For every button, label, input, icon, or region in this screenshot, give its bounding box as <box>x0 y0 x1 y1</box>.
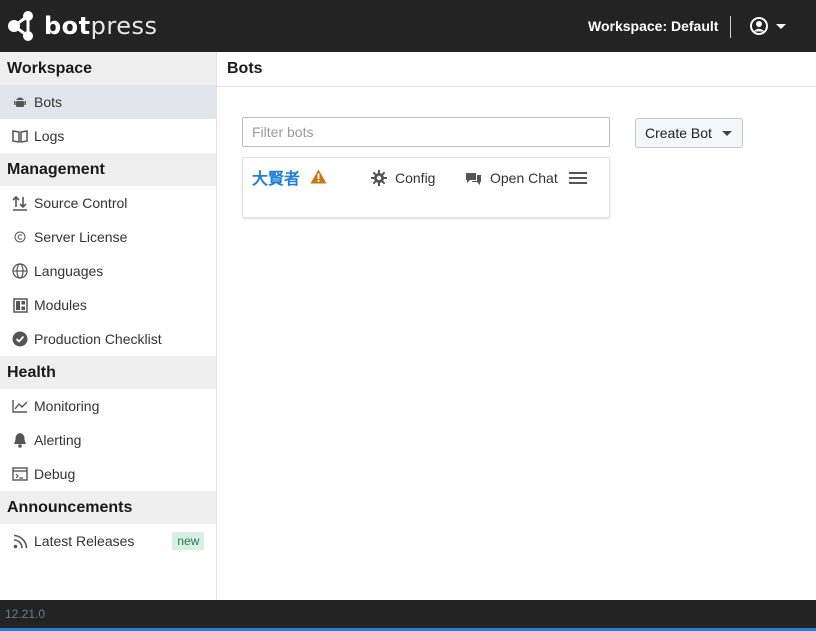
sidebar-item-server-license[interactable]: Server License <box>0 220 216 254</box>
sidebar-item-label: Server License <box>34 229 128 245</box>
workspace-selector[interactable]: Workspace: Default <box>588 18 718 34</box>
section-title-announcements: Announcements <box>0 491 216 524</box>
sidebar-item-bots[interactable]: Bots <box>0 85 216 119</box>
gear-icon <box>371 170 387 186</box>
copyright-icon <box>11 228 29 246</box>
sidebar: Workspace Bots Logs Management Source Co… <box>0 52 217 600</box>
user-icon <box>750 17 768 35</box>
sidebar-item-label: Production Checklist <box>34 331 162 347</box>
open-chat-label: Open Chat <box>490 170 558 186</box>
sidebar-item-debug[interactable]: Debug <box>0 457 216 491</box>
sidebar-item-logs[interactable]: Logs <box>0 119 216 153</box>
check-badge-icon <box>11 330 29 348</box>
sidebar-item-label: Modules <box>34 297 87 313</box>
sidebar-item-label: Alerting <box>34 432 82 448</box>
sidebar-item-alerting[interactable]: Alerting <box>0 423 216 457</box>
create-bot-label: Create Bot <box>645 125 712 141</box>
botpress-logo[interactable]: botpress <box>6 10 158 42</box>
brand-name: botpress <box>44 12 158 40</box>
sidebar-item-label: Monitoring <box>34 398 100 414</box>
sidebar-item-latest-releases[interactable]: Latest Releases new <box>0 524 216 558</box>
bell-icon <box>11 431 29 449</box>
timeline-chart-icon <box>11 397 29 415</box>
brand-bold: bot <box>44 12 91 40</box>
config-label: Config <box>395 170 436 186</box>
sidebar-item-source-control[interactable]: Source Control <box>0 186 216 220</box>
sidebar-item-label: Source Control <box>34 195 128 211</box>
sidebar-item-monitoring[interactable]: Monitoring <box>0 389 216 423</box>
android-icon <box>11 93 29 111</box>
botpress-logo-icon <box>8 11 33 41</box>
section-title-management: Management <box>0 153 216 186</box>
chevron-down-icon <box>721 130 732 136</box>
brand-light: press <box>90 12 158 40</box>
bot-name-link[interactable]: 大賢者 <box>252 165 300 189</box>
user-menu-button[interactable] <box>750 17 786 35</box>
version-footer: 12.21.0 <box>0 600 816 631</box>
sort-arrows-icon <box>11 194 29 212</box>
warning-icon[interactable] <box>310 169 327 189</box>
section-title-health: Health <box>0 356 216 389</box>
page-title: Bots <box>217 52 816 87</box>
config-button[interactable]: Config <box>371 170 435 186</box>
top-navbar: botpress Workspace: Default <box>0 0 816 52</box>
create-bot-button[interactable]: Create Bot <box>635 118 743 148</box>
hamburger-menu-icon[interactable] <box>569 171 587 190</box>
header-divider <box>730 16 731 38</box>
sidebar-item-production-checklist[interactable]: Production Checklist <box>0 322 216 356</box>
sidebar-item-modules[interactable]: Modules <box>0 288 216 322</box>
open-chat-button[interactable]: Open Chat <box>465 170 558 186</box>
sidebar-item-label: Languages <box>34 263 104 279</box>
filter-bots-input[interactable] <box>242 117 610 147</box>
sidebar-item-languages[interactable]: Languages <box>0 254 216 288</box>
console-icon <box>11 465 29 483</box>
sidebar-item-label: Bots <box>34 94 63 110</box>
globe-icon <box>11 262 29 280</box>
chat-icon <box>465 170 482 186</box>
rss-icon <box>11 532 29 550</box>
new-badge: new <box>172 532 205 550</box>
section-title-workspace: Workspace <box>0 52 216 85</box>
chevron-down-icon <box>776 23 786 29</box>
sidebar-item-label: Debug <box>34 466 76 482</box>
sidebar-item-label: Latest Releases <box>34 533 135 549</box>
modules-grid-icon <box>11 296 29 314</box>
book-icon <box>11 127 29 145</box>
bot-card: 大賢者 Config Open Chat <box>242 157 610 218</box>
sidebar-item-label: Logs <box>34 128 65 144</box>
